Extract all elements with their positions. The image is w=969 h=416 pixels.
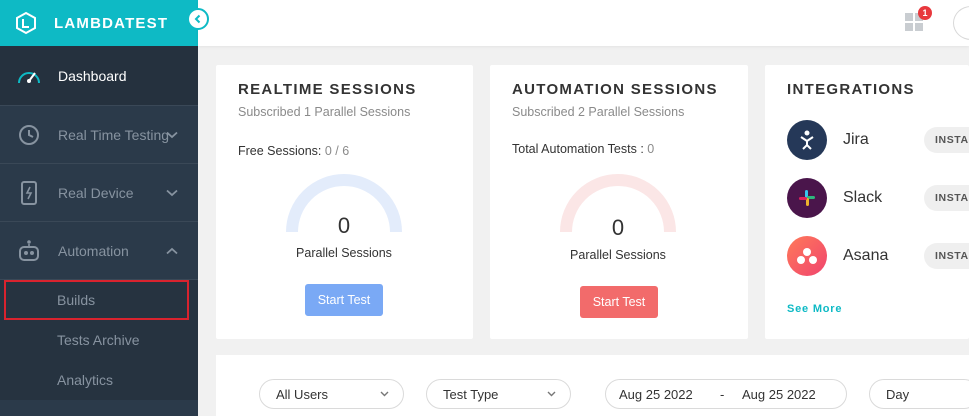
- sidebar-subitem-builds[interactable]: Builds: [4, 280, 189, 320]
- user-avatar[interactable]: [953, 6, 969, 40]
- card-title: REALTIME SESSIONS: [238, 81, 417, 98]
- sidebar-subitem-tests-archive[interactable]: Tests Archive: [0, 320, 198, 360]
- integration-slack: Slack: [787, 178, 882, 218]
- slack-install-button[interactable]: INSTA: [924, 185, 969, 211]
- total-automation-tests-stat: Total Automation Tests : 0: [512, 142, 654, 156]
- see-more-link[interactable]: See More: [787, 303, 842, 315]
- card-title: AUTOMATION SESSIONS: [512, 81, 718, 98]
- integrations-card: INTEGRATIONS Jira INSTA Slack INSTA Asan…: [765, 65, 969, 339]
- jira-install-button[interactable]: INSTA: [924, 127, 969, 153]
- date-separator: -: [720, 387, 725, 402]
- gauge-value: 0: [611, 215, 625, 240]
- sidebar-item-automation[interactable]: Automation: [0, 222, 198, 280]
- test-type-select[interactable]: Test Type: [426, 379, 571, 409]
- granularity-select[interactable]: Day: [869, 379, 969, 409]
- chevron-down-icon: [547, 391, 556, 397]
- integration-asana: Asana: [787, 236, 888, 276]
- chevron-down-icon: [166, 189, 178, 196]
- sidebar-item-label: Dashboard: [58, 67, 127, 84]
- mobile-device-icon: [16, 180, 42, 206]
- chevron-down-icon: [166, 131, 178, 138]
- gauge-caption: Parallel Sessions: [296, 246, 392, 260]
- robot-icon: [16, 238, 42, 264]
- granularity-select-value: Day: [886, 386, 910, 402]
- stat-value: 0 / 6: [324, 144, 350, 158]
- notification-badge: 1: [918, 6, 932, 20]
- sidebar-item-dashboard[interactable]: Dashboard: [0, 46, 198, 106]
- integration-name: Slack: [843, 189, 883, 206]
- sidebar-collapse-button[interactable]: [187, 8, 209, 30]
- automation-sessions-card: AUTOMATION SESSIONS Subscribed 2 Paralle…: [490, 65, 748, 339]
- integration-name: Asana: [843, 247, 889, 264]
- lambdatest-logo-icon[interactable]: [14, 11, 38, 35]
- asana-install-button[interactable]: INSTA: [924, 243, 969, 269]
- date-from[interactable]: Aug 25 2022: [619, 387, 693, 402]
- sidebar-item-label: Real Device: [58, 184, 134, 201]
- integration-name: Jira: [843, 131, 869, 148]
- integration-jira: Jira: [787, 120, 869, 160]
- realtime-start-test-button[interactable]: Start Test: [305, 284, 383, 316]
- gauge-caption: Parallel Sessions: [570, 248, 666, 262]
- brand-name: LAMBDATEST: [54, 14, 169, 32]
- chevron-left-icon: [194, 14, 201, 24]
- top-bar: 1: [198, 0, 969, 46]
- brand-header: LAMBDATEST: [0, 0, 209, 46]
- asana-icon: [787, 236, 827, 276]
- test-type-select-value: Test Type: [443, 386, 499, 402]
- speedometer-icon: [16, 63, 42, 89]
- analytics-filter-panel: All Users Test Type Aug 25 2022 - Aug 25…: [216, 355, 969, 416]
- sidebar-item-real-device[interactable]: Real Device: [0, 164, 198, 222]
- sidebar-subitem-analytics[interactable]: Analytics: [0, 360, 198, 400]
- sidebar-item-label: Real Time Testing: [58, 126, 170, 143]
- users-select[interactable]: All Users: [259, 379, 404, 409]
- automation-submenu: Builds Tests Archive Analytics: [0, 280, 198, 400]
- date-to[interactable]: Aug 25 2022: [742, 387, 816, 402]
- date-range-picker[interactable]: Aug 25 2022 - Aug 25 2022: [605, 379, 847, 409]
- gauge-value: 0: [337, 213, 351, 238]
- sidebar: LAMBDATEST Dashboard Real Time Testing R…: [0, 0, 209, 416]
- users-select-value: All Users: [276, 386, 329, 402]
- free-sessions-stat: Free Sessions: 0 / 6: [238, 144, 349, 158]
- stat-label: Total Automation Tests :: [512, 142, 644, 156]
- stat-label: Free Sessions:: [238, 144, 322, 158]
- realtime-sessions-card: REALTIME SESSIONS Subscribed 1 Parallel …: [216, 65, 473, 339]
- stat-value: 0: [647, 142, 655, 156]
- automation-start-test-button[interactable]: Start Test: [580, 286, 658, 318]
- jira-icon: [787, 120, 827, 160]
- chevron-down-icon: [380, 391, 389, 397]
- clock-icon: [16, 122, 42, 148]
- chevron-up-icon: [166, 247, 178, 254]
- card-title: INTEGRATIONS: [787, 81, 915, 98]
- sidebar-item-real-time-testing[interactable]: Real Time Testing: [0, 106, 198, 164]
- card-subtitle: Subscribed 2 Parallel Sessions: [512, 105, 685, 119]
- card-subtitle: Subscribed 1 Parallel Sessions: [238, 105, 411, 119]
- slack-icon: [787, 178, 827, 218]
- sidebar-item-label: Automation: [58, 242, 129, 259]
